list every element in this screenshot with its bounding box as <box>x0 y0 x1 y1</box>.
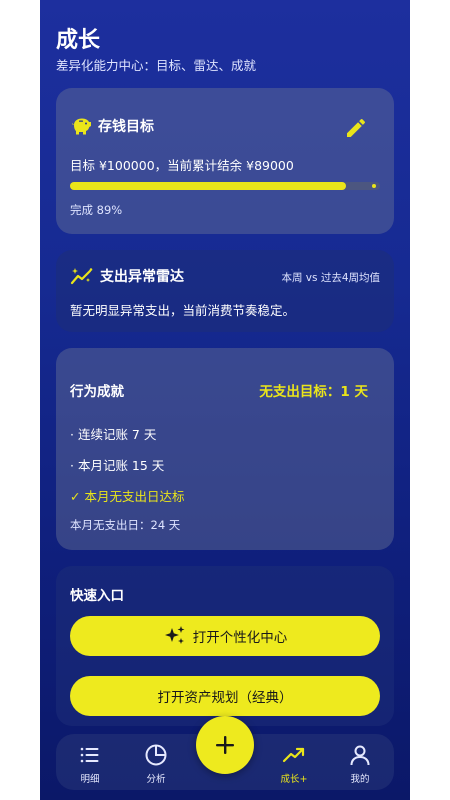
savings-progress-fill <box>70 182 346 190</box>
open-asset-planning-label: 打开资产规划（经典） <box>157 690 293 706</box>
nav-item-growth[interactable]: 成长+ <box>264 734 324 790</box>
achievement-item-achieved: ✓ 本月无支出日达标 <box>70 489 185 504</box>
nav-label: 成长+ <box>280 774 308 785</box>
savings-progress-label: 完成 89% <box>70 203 123 217</box>
nav-label: 明细 <box>80 774 100 785</box>
savings-goal-title: 存钱目标 <box>98 119 154 135</box>
nav-label: 分析 <box>146 774 166 785</box>
plus-icon <box>216 736 234 754</box>
pie-chart-icon <box>145 744 167 766</box>
open-personalization-label: 打开个性化中心 <box>192 630 288 646</box>
trend-sparkle-icon <box>70 268 93 285</box>
sparkles-icon <box>164 626 185 644</box>
progress-end-dot <box>372 184 376 188</box>
user-icon <box>350 745 370 766</box>
no-spend-goal[interactable]: 无支出目标：1 天 <box>259 380 368 400</box>
add-record-button[interactable] <box>196 716 254 774</box>
quick-entry-title: 快速入口 <box>70 588 124 604</box>
page-title: 成长 <box>56 28 101 53</box>
page-subtitle: 差异化能力中心：目标、雷达、成就 <box>56 58 257 73</box>
nav-item-profile[interactable]: 我的 <box>330 734 390 790</box>
radar-period-label: 本周 vs 过去4周均值 <box>281 272 380 284</box>
savings-goal-description: 目标 ¥100000，当前累计结余 ¥89000 <box>70 158 294 173</box>
expense-radar-card: 支出异常雷达 本周 vs 过去4周均值 暂无明显异常支出，当前消费节奏稳定。 <box>56 250 394 332</box>
achievements-card: 行为成就 无支出目标：1 天 · 连续记账 7 天 · 本月记账 15 天 ✓ … <box>56 348 394 550</box>
trend-up-icon <box>282 747 305 763</box>
achievement-item: · 本月记账 15 天 <box>70 458 165 473</box>
nav-label: 我的 <box>350 774 370 785</box>
savings-goal-header: 存钱目标 <box>70 116 154 136</box>
savings-progress-bar <box>70 182 380 190</box>
no-spend-days-count: 本月无支出日：24 天 <box>70 518 181 532</box>
pencil-icon <box>347 119 365 137</box>
expense-radar-title: 支出异常雷达 <box>100 269 184 285</box>
edit-goal-button[interactable] <box>344 116 368 140</box>
quick-entry-card: 快速入口 打开个性化中心 打开资产规划（经典） <box>56 566 394 726</box>
phone-screen: 成长 差异化能力中心：目标、雷达、成就 存钱目标 目标 ¥100000，当前累计… <box>40 0 410 800</box>
piggy-bank-icon <box>72 118 91 135</box>
nav-item-analysis[interactable]: 分析 <box>126 734 186 790</box>
achievement-item: · 连续记账 7 天 <box>70 427 157 442</box>
nav-item-details[interactable]: 明细 <box>60 734 120 790</box>
savings-goal-card: 存钱目标 目标 ¥100000，当前累计结余 ¥89000 完成 89% <box>56 88 394 234</box>
list-icon <box>80 747 99 763</box>
achievements-title: 行为成就 <box>70 384 124 400</box>
open-personalization-button[interactable]: 打开个性化中心 <box>70 616 380 656</box>
open-asset-planning-button[interactable]: 打开资产规划（经典） <box>70 676 380 716</box>
expense-radar-header: 支出异常雷达 <box>70 266 184 286</box>
radar-message: 暂无明显异常支出，当前消费节奏稳定。 <box>70 303 296 318</box>
